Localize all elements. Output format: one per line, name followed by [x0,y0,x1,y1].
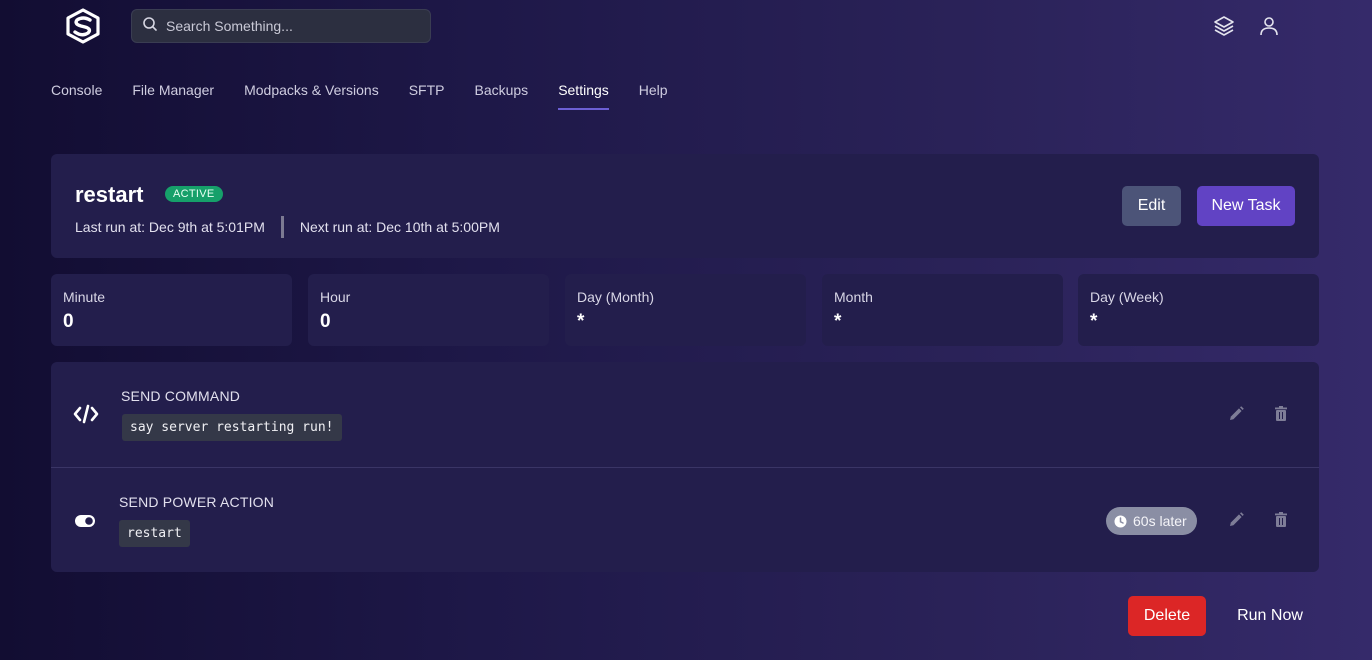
run-schedule: Last run at: Dec 9th at 5:01PM Next run … [75,216,500,238]
delay-text: 60s later [1133,513,1187,529]
toggle-icon [73,510,99,532]
tab-backups[interactable]: Backups [474,82,528,110]
pencil-icon[interactable] [1226,404,1246,424]
pencil-icon[interactable] [1226,510,1246,530]
cron-label: Day (Week) [1090,289,1164,305]
task-header-card: restart ACTIVE Last run at: Dec 9th at 5… [51,154,1319,258]
top-bar [0,0,1372,52]
nav-tabs: Console File Manager Modpacks & Versions… [51,82,698,110]
cron-value: 0 [63,311,74,332]
clock-icon [1114,515,1127,527]
cron-label: Minute [63,289,106,305]
tab-modpacks-versions[interactable]: Modpacks & Versions [244,82,379,110]
logo-icon[interactable] [64,8,102,44]
cron-label: Month [834,289,873,305]
trash-icon[interactable] [1271,404,1291,424]
list-item: SEND COMMAND say server restarting run! [51,362,1319,467]
search-bar[interactable] [131,9,431,43]
task-actions-list: SEND COMMAND say server restarting run! … [51,362,1319,572]
cron-month-card: Month * [822,274,1063,346]
last-run-text: Last run at: Dec 9th at 5:01PM [75,219,265,235]
tab-file-manager[interactable]: File Manager [132,82,214,110]
delay-badge: 60s later [1106,507,1197,535]
task-name: restart [75,182,144,207]
trash-icon[interactable] [1271,510,1291,530]
cron-day-week-card: Day (Week) * [1078,274,1319,346]
divider [280,216,284,238]
cron-value: 0 [320,311,331,332]
edit-button[interactable]: Edit [1122,186,1181,226]
code-icon [73,403,99,425]
action-payload: restart [119,520,190,547]
user-icon[interactable] [1257,14,1281,38]
list-item: SEND POWER ACTION restart 60s later [51,467,1319,572]
cron-minute-card: Minute 0 [51,274,292,346]
cron-value: * [577,311,585,332]
status-badge: ACTIVE [165,186,223,202]
action-type: SEND COMMAND [121,388,241,404]
next-run-text: Next run at: Dec 10th at 5:00PM [299,219,500,235]
layers-icon[interactable] [1212,14,1236,38]
cron-label: Hour [320,289,351,305]
tab-console[interactable]: Console [51,82,102,110]
cron-label: Day (Month) [577,289,655,305]
cron-value: * [1090,311,1098,332]
search-input[interactable] [166,18,416,34]
new-task-button[interactable]: New Task [1197,186,1295,226]
delete-button[interactable]: Delete [1128,596,1206,636]
action-type: SEND POWER ACTION [119,494,275,510]
cron-hour-card: Hour 0 [308,274,549,346]
cron-value: * [834,311,842,332]
cron-day-month-card: Day (Month) * [565,274,806,346]
tab-help[interactable]: Help [639,82,668,110]
tab-sftp[interactable]: SFTP [409,82,445,110]
tab-settings[interactable]: Settings [558,82,609,110]
search-icon [142,16,158,37]
run-now-button[interactable]: Run Now [1222,596,1318,636]
action-payload: say server restarting run! [122,414,342,441]
